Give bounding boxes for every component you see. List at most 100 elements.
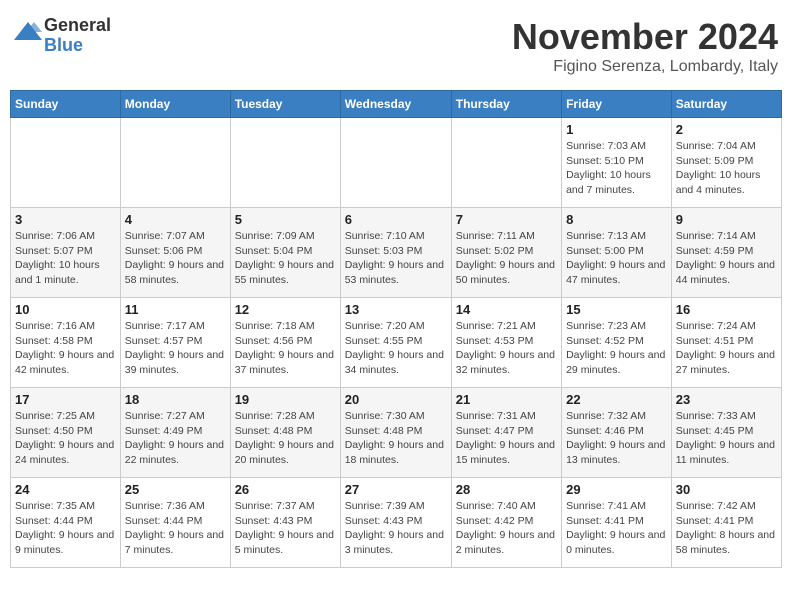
calendar-table: SundayMondayTuesdayWednesdayThursdayFrid… (10, 90, 782, 568)
day-info: Sunrise: 7:09 AM Sunset: 5:04 PM Dayligh… (235, 229, 336, 288)
calendar-cell: 16Sunrise: 7:24 AM Sunset: 4:51 PM Dayli… (671, 298, 781, 388)
day-info: Sunrise: 7:16 AM Sunset: 4:58 PM Dayligh… (15, 319, 116, 378)
day-of-week-header: Saturday (671, 91, 781, 118)
day-info: Sunrise: 7:37 AM Sunset: 4:43 PM Dayligh… (235, 499, 336, 558)
day-of-week-header: Tuesday (230, 91, 340, 118)
calendar-cell: 10 Sunrise: 7:16 AM Sunset: 4:58 PM Dayli… (11, 298, 121, 388)
day-info: Sunrise: 7:33 AM Sunset: 4:45 PM Dayligh… (676, 409, 777, 468)
day-info: Sunrise: 7:14 AM Sunset: 4:59 PM Dayligh… (676, 229, 777, 288)
day-number: 15 (566, 302, 667, 317)
calendar-cell: 29 Sunrise: 7:41 AM Sunset: 4:41 PM Dayli… (562, 478, 672, 568)
month-title: November 2024 (512, 16, 778, 58)
location-title: Figino Serenza, Lombardy, Italy (512, 58, 778, 76)
day-number: 21 (456, 392, 557, 407)
day-info: Sunrise: 7:25 AM Sunset: 4:50 PM Dayligh… (15, 409, 116, 468)
day-number: 20 (345, 392, 447, 407)
day-info: Sunrise: 7:28 AM Sunset: 4:48 PM Dayligh… (235, 409, 336, 468)
day-number: 23 (676, 392, 777, 407)
logo-blue-text: Blue (44, 36, 111, 56)
calendar-cell: 14 Sunrise: 7:21 AM Sunset: 4:53 PM Dayli… (451, 298, 561, 388)
day-info: Sunrise: 7:41 AM Sunset: 4:41 PM Dayligh… (566, 499, 667, 558)
day-number: 27 (345, 482, 447, 497)
day-number: 17 (15, 392, 116, 407)
day-number: 12 (235, 302, 336, 317)
calendar-cell: 12Sunrise: 7:18 AM Sunset: 4:56 PM Dayli… (230, 298, 340, 388)
day-info: Sunrise: 7:35 AM Sunset: 4:44 PM Dayligh… (15, 499, 116, 558)
day-info: Sunrise: 7:10 AM Sunset: 5:03 PM Dayligh… (345, 229, 447, 288)
day-info: Sunrise: 7:21 AM Sunset: 4:53 PM Dayligh… (456, 319, 557, 378)
day-of-week-header: Sunday (11, 91, 121, 118)
day-number: 18 (125, 392, 226, 407)
day-number: 13 (345, 302, 447, 317)
calendar-cell: 24Sunrise: 7:35 AM Sunset: 4:44 PM Dayli… (11, 478, 121, 568)
day-number: 2 (676, 122, 777, 137)
logo-icon (14, 18, 42, 46)
logo-general-text: General (44, 16, 111, 36)
calendar-cell: 23 Sunrise: 7:33 AM Sunset: 4:45 PM Dayli… (671, 388, 781, 478)
calendar-cell: 7 Sunrise: 7:11 AM Sunset: 5:02 PM Daylig… (451, 208, 561, 298)
day-number: 14 (456, 302, 557, 317)
day-of-week-header: Friday (562, 91, 672, 118)
day-number: 10 (15, 302, 116, 317)
day-number: 26 (235, 482, 336, 497)
page-header: General Blue November 2024 Figino Serenz… (10, 10, 782, 82)
day-info: Sunrise: 7:20 AM Sunset: 4:55 PM Dayligh… (345, 319, 447, 378)
calendar-cell: 25 Sunrise: 7:36 AM Sunset: 4:44 PM Dayli… (120, 478, 230, 568)
day-info: Sunrise: 7:11 AM Sunset: 5:02 PM Dayligh… (456, 229, 557, 288)
day-info: Sunrise: 7:04 AM Sunset: 5:09 PM Dayligh… (676, 139, 777, 198)
calendar-cell: 21 Sunrise: 7:31 AM Sunset: 4:47 PM Dayli… (451, 388, 561, 478)
day-number: 1 (566, 122, 667, 137)
day-number: 6 (345, 212, 447, 227)
calendar-cell: 26 Sunrise: 7:37 AM Sunset: 4:43 PM Dayli… (230, 478, 340, 568)
calendar-cell: 3 Sunrise: 7:06 AM Sunset: 5:07 PM Daylig… (11, 208, 121, 298)
calendar-cell (120, 118, 230, 208)
calendar-cell (451, 118, 561, 208)
day-number: 4 (125, 212, 226, 227)
calendar-cell: 6 Sunrise: 7:10 AM Sunset: 5:03 PM Daylig… (340, 208, 451, 298)
calendar-cell: 30Sunrise: 7:42 AM Sunset: 4:41 PM Dayli… (671, 478, 781, 568)
calendar-cell: 18 Sunrise: 7:27 AM Sunset: 4:49 PM Dayli… (120, 388, 230, 478)
day-number: 9 (676, 212, 777, 227)
day-number: 5 (235, 212, 336, 227)
day-info: Sunrise: 7:03 AM Sunset: 5:10 PM Dayligh… (566, 139, 667, 198)
day-info: Sunrise: 7:23 AM Sunset: 4:52 PM Dayligh… (566, 319, 667, 378)
calendar-cell: 15 Sunrise: 7:23 AM Sunset: 4:52 PM Dayli… (562, 298, 672, 388)
day-of-week-header: Thursday (451, 91, 561, 118)
day-number: 3 (15, 212, 116, 227)
day-number: 28 (456, 482, 557, 497)
day-number: 29 (566, 482, 667, 497)
day-info: Sunrise: 7:39 AM Sunset: 4:43 PM Dayligh… (345, 499, 447, 558)
day-number: 11 (125, 302, 226, 317)
day-of-week-header: Monday (120, 91, 230, 118)
calendar-cell (11, 118, 121, 208)
day-number: 7 (456, 212, 557, 227)
calendar-cell: 13 Sunrise: 7:20 AM Sunset: 4:55 PM Dayli… (340, 298, 451, 388)
calendar-cell: 19Sunrise: 7:28 AM Sunset: 4:48 PM Dayli… (230, 388, 340, 478)
calendar-cell (340, 118, 451, 208)
logo: General Blue (14, 16, 111, 56)
day-info: Sunrise: 7:17 AM Sunset: 4:57 PM Dayligh… (125, 319, 226, 378)
calendar-cell: 5 Sunrise: 7:09 AM Sunset: 5:04 PM Daylig… (230, 208, 340, 298)
calendar-cell: 22Sunrise: 7:32 AM Sunset: 4:46 PM Dayli… (562, 388, 672, 478)
day-info: Sunrise: 7:06 AM Sunset: 5:07 PM Dayligh… (15, 229, 116, 288)
day-number: 8 (566, 212, 667, 227)
day-info: Sunrise: 7:27 AM Sunset: 4:49 PM Dayligh… (125, 409, 226, 468)
day-info: Sunrise: 7:13 AM Sunset: 5:00 PM Dayligh… (566, 229, 667, 288)
calendar-cell: 9 Sunrise: 7:14 AM Sunset: 4:59 PM Daylig… (671, 208, 781, 298)
day-info: Sunrise: 7:30 AM Sunset: 4:48 PM Dayligh… (345, 409, 447, 468)
calendar-cell: 20 Sunrise: 7:30 AM Sunset: 4:48 PM Dayli… (340, 388, 451, 478)
calendar-cell: 27 Sunrise: 7:39 AM Sunset: 4:43 PM Dayli… (340, 478, 451, 568)
calendar-cell: 11 Sunrise: 7:17 AM Sunset: 4:57 PM Dayli… (120, 298, 230, 388)
calendar-cell: 1 Sunrise: 7:03 AM Sunset: 5:10 PM Daylig… (562, 118, 672, 208)
calendar-cell: 2 Sunrise: 7:04 AM Sunset: 5:09 PM Daylig… (671, 118, 781, 208)
day-info: Sunrise: 7:31 AM Sunset: 4:47 PM Dayligh… (456, 409, 557, 468)
calendar-cell: 8 Sunrise: 7:13 AM Sunset: 5:00 PM Daylig… (562, 208, 672, 298)
day-info: Sunrise: 7:24 AM Sunset: 4:51 PM Dayligh… (676, 319, 777, 378)
day-of-week-header: Wednesday (340, 91, 451, 118)
day-info: Sunrise: 7:36 AM Sunset: 4:44 PM Dayligh… (125, 499, 226, 558)
day-number: 30 (676, 482, 777, 497)
day-number: 25 (125, 482, 226, 497)
calendar-cell: 17 Sunrise: 7:25 AM Sunset: 4:50 PM Dayli… (11, 388, 121, 478)
day-info: Sunrise: 7:32 AM Sunset: 4:46 PM Dayligh… (566, 409, 667, 468)
title-area: November 2024 Figino Serenza, Lombardy, … (512, 16, 778, 76)
